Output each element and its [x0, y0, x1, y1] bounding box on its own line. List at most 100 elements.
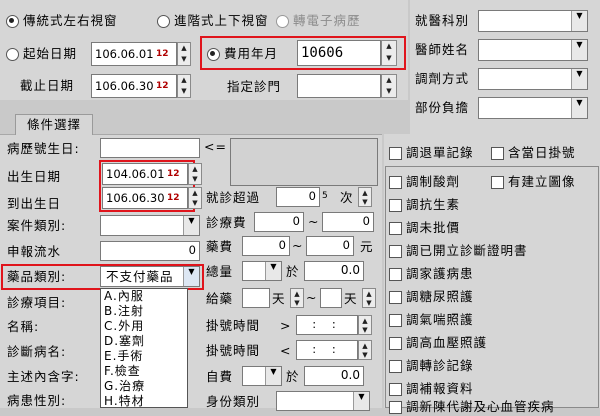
days-from-input[interactable] [242, 288, 270, 308]
chevron-down-icon[interactable]: ▼ [571, 11, 587, 31]
dropdown-option[interactable]: H.特材 [101, 394, 187, 409]
has-image-check[interactable]: 有建立圖像 [491, 173, 576, 191]
checkbox[interactable] [389, 244, 402, 258]
calendar-icon[interactable]: 12 [167, 192, 180, 204]
fee-from-input[interactable]: 0 [254, 212, 304, 232]
checkbox[interactable] [389, 336, 402, 350]
chevron-down-icon[interactable]: ▼ [183, 267, 199, 286]
check-item[interactable]: 調已開立診斷證明書 [389, 242, 528, 260]
radio-advanced[interactable] [157, 14, 170, 28]
checkbox[interactable] [389, 400, 402, 414]
radio-fee-month[interactable] [207, 47, 220, 61]
chevron-down-icon[interactable]: ▼ [265, 262, 281, 280]
start-date-spinner[interactable]: ▲ ▼ [177, 42, 191, 66]
check-item[interactable]: 調補報資料 [389, 380, 474, 398]
reg-time-2-spinner[interactable]: ▲ ▼ [358, 340, 372, 360]
check-item[interactable]: 調新陳代謝及心血管疾病 [389, 398, 555, 416]
self-pay-select[interactable]: ▼ [242, 366, 282, 386]
drug-type-dropdown[interactable]: A.內服 B.注射 C.外用 D.塞劑 E.手術 F.檢查 G.治療 H.特材 [100, 288, 188, 408]
radio-classic[interactable] [6, 14, 19, 28]
serial-no-input[interactable]: 0 [100, 241, 200, 261]
calendar-icon[interactable]: 12 [156, 80, 169, 92]
chevron-down-icon[interactable]: ▼ [571, 69, 587, 89]
check-item[interactable]: 調家護病患 [389, 265, 474, 283]
birth-to-field[interactable]: 106.06.30 12 [102, 187, 188, 209]
chevron-down-icon[interactable]: ▼ [265, 367, 281, 385]
end-date-label: 截止日期 [20, 78, 75, 93]
check-item[interactable]: 調未批價 [389, 219, 460, 237]
tab-conditions[interactable]: 條件選擇 [15, 114, 93, 135]
drug-fee-from-input[interactable]: 0 [242, 236, 290, 256]
check-item[interactable]: 調抗生素 [389, 196, 460, 214]
birth-from-spinner[interactable]: ▲ ▼ [188, 163, 202, 185]
fee-month-input[interactable]: 10606 [297, 40, 381, 66]
checkbox[interactable] [389, 267, 402, 281]
birth-from-field[interactable]: 104.06.01 12 [102, 163, 188, 185]
department-select[interactable]: ▼ [478, 10, 588, 32]
start-date-field[interactable]: 106.06.01 12 [91, 42, 177, 66]
checkbox[interactable] [389, 382, 402, 396]
identity-select[interactable]: ▼ [276, 391, 370, 411]
fee-month-spinner[interactable]: ▲ ▼ [381, 40, 397, 66]
case-type-select[interactable]: ▼ [100, 215, 200, 236]
checkbox[interactable] [389, 198, 402, 212]
checkbox[interactable] [389, 313, 402, 327]
end-date-field[interactable]: 106.06.30 12 [91, 74, 177, 98]
reg-time-1-input[interactable]: : : [296, 315, 358, 335]
self-pay-input[interactable]: 0.0 [304, 366, 364, 386]
dispense-select[interactable]: ▼ [478, 68, 588, 90]
copay-select[interactable]: ▼ [478, 97, 588, 119]
dropdown-option[interactable]: G.治療 [101, 379, 187, 394]
visits-input[interactable]: 0 [276, 187, 320, 207]
fee-to-input[interactable]: 0 [322, 212, 374, 232]
checkbox[interactable] [491, 175, 504, 189]
checkbox[interactable] [389, 290, 402, 304]
checkbox[interactable] [389, 359, 402, 373]
dropdown-option[interactable]: D.塞劑 [101, 334, 187, 349]
chevron-down-icon[interactable]: ▼ [353, 392, 369, 410]
start-date-radio[interactable]: 起始日期 [6, 45, 77, 63]
chevron-down-icon[interactable]: ▼ [183, 216, 199, 235]
radio-start-date[interactable] [6, 47, 19, 61]
calendar-icon[interactable]: 12 [156, 48, 169, 60]
total-select[interactable]: ▼ [242, 261, 282, 281]
reg-time-2-input[interactable]: : : [296, 340, 358, 360]
dropdown-option[interactable]: F.檢查 [101, 364, 187, 379]
dropdown-option[interactable]: A.內服 [101, 289, 187, 304]
birth-to-spinner[interactable]: ▲ ▼ [188, 187, 202, 209]
doctor-select[interactable]: ▼ [478, 39, 588, 61]
check-item[interactable]: 調高血壓照護 [389, 334, 487, 352]
check-item[interactable]: 調氣喘照護 [389, 311, 474, 329]
check-item[interactable]: 調糖尿照護 [389, 288, 474, 306]
reg-time-1-spinner[interactable]: ▲ ▼ [358, 315, 372, 335]
drug-type-select[interactable]: 不支付藥品 ▼ [100, 266, 200, 287]
chevron-down-icon[interactable]: ▼ [571, 98, 587, 118]
dropdown-option[interactable]: C.外用 [101, 319, 187, 334]
view-mode-advanced[interactable]: 進階式上下視窗 [157, 12, 269, 30]
days-to-spinner[interactable]: ▲ ▼ [362, 288, 376, 308]
days-from-spinner[interactable]: ▲ ▼ [290, 288, 304, 308]
calendar-icon[interactable]: 12 [167, 168, 180, 180]
days-to-input[interactable] [320, 288, 342, 308]
dropdown-option[interactable]: B.注射 [101, 304, 187, 319]
chevron-down-icon[interactable]: ▼ [571, 40, 587, 60]
checkbox[interactable] [491, 146, 504, 160]
checkbox[interactable] [389, 175, 402, 189]
visits-spinner[interactable]: ▲ ▼ [358, 187, 372, 207]
include-today-check[interactable]: 含當日掛號 [491, 144, 576, 162]
check-item[interactable]: 調轉診記錄 [389, 357, 474, 375]
return-record-check[interactable]: 調退單記錄 [389, 144, 474, 162]
total-input[interactable]: 0.0 [304, 261, 364, 281]
controlled-check[interactable]: 調制酸劑 [389, 173, 460, 191]
designated-clinic-spinner[interactable]: ▲ ▼ [381, 74, 397, 98]
checkbox[interactable] [389, 146, 402, 160]
view-mode-classic[interactable]: 傳統式左右視窗 [6, 12, 118, 30]
record-no-input[interactable] [100, 138, 200, 158]
end-date-spinner[interactable]: ▲ ▼ [177, 74, 191, 98]
drug-fee-to-input[interactable]: 0 [306, 236, 354, 256]
designated-clinic-field[interactable] [297, 74, 381, 98]
dropdown-option[interactable]: E.手術 [101, 349, 187, 364]
fee-month-radio[interactable]: 費用年月 [207, 45, 278, 63]
checkbox[interactable] [389, 221, 402, 235]
birth-to-label: 到出生日 [7, 196, 62, 211]
